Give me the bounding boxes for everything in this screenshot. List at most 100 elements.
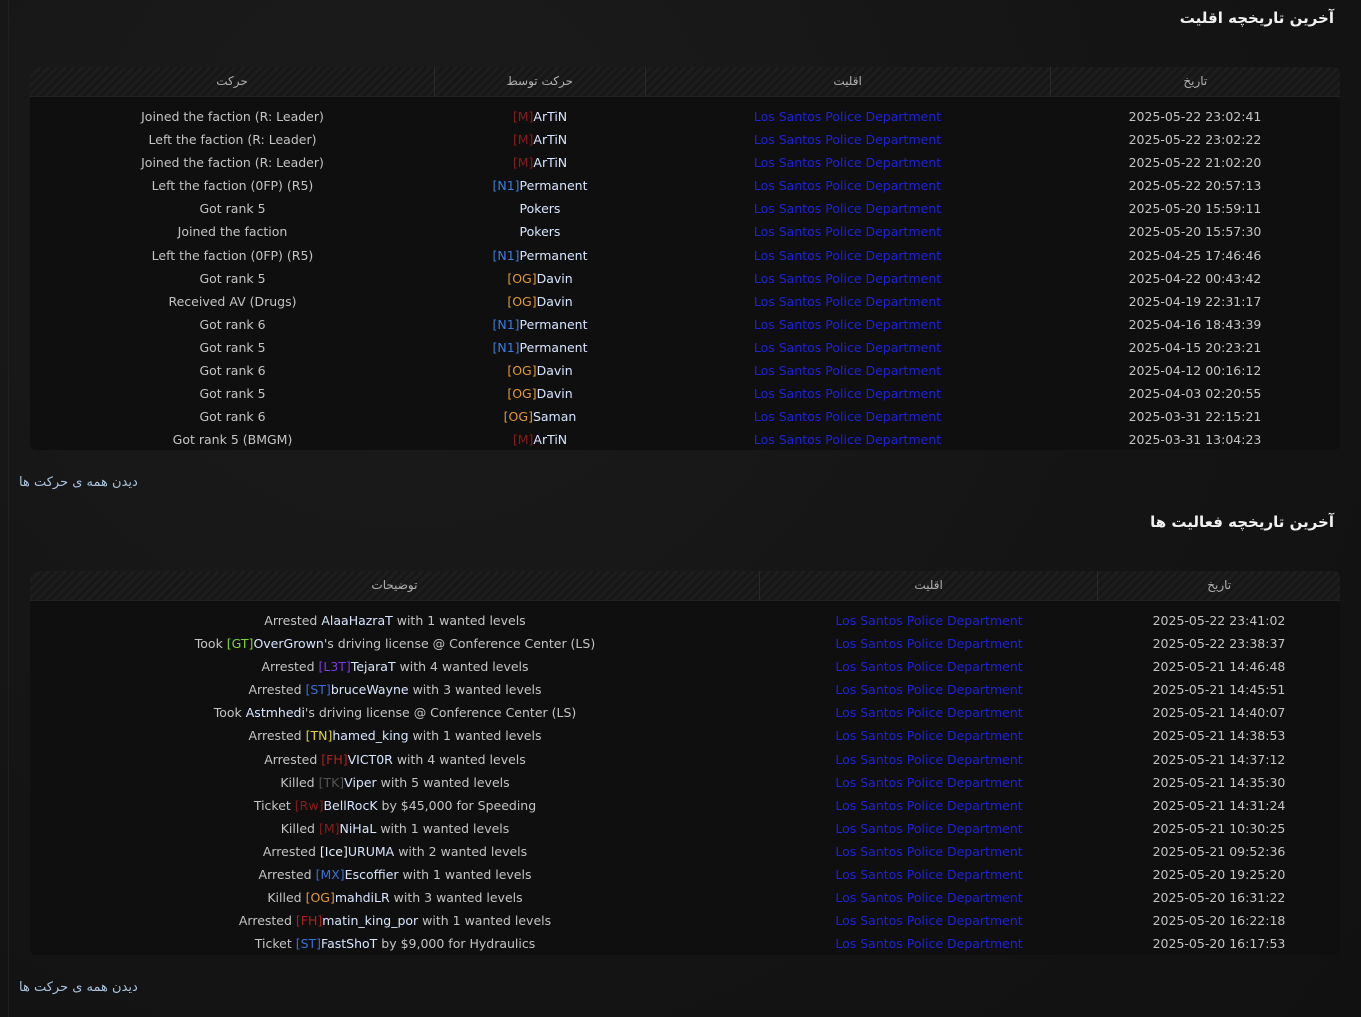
table-row: Arrested [FH]VICT0R with 4 wanted levels… xyxy=(30,748,1340,771)
faction-link[interactable]: Los Santos Police Department xyxy=(760,701,1098,724)
table-body: Joined the faction (R: Leader) [M]ArTiN Lo… xyxy=(30,97,1340,450)
description-prefix: Killed xyxy=(280,774,319,790)
player-name[interactable]: FastShoT xyxy=(321,936,377,951)
action-cell: Got rank 5 xyxy=(199,386,266,402)
description-prefix: Arrested xyxy=(261,659,319,675)
player-cell: [OG]Saman xyxy=(435,405,645,428)
header-faction: اقلیت xyxy=(644,67,1050,96)
faction-link[interactable]: Los Santos Police Department xyxy=(645,105,1050,128)
player-name[interactable]: Davin xyxy=(537,386,573,401)
table-row: Took Astmhedi's driving license @ Confer… xyxy=(30,701,1340,724)
faction-link[interactable]: Los Santos Police Department xyxy=(645,313,1050,336)
see-all-activity-link[interactable]: دیدن همه ی حرکت ها xyxy=(19,980,138,995)
faction-link[interactable]: Los Santos Police Department xyxy=(760,817,1098,840)
table-row: Arrested AlaaHazraT with 1 wanted levels… xyxy=(30,609,1340,632)
faction-link[interactable]: Los Santos Police Department xyxy=(760,794,1098,817)
action-cell: Received AV (Drugs) xyxy=(168,293,297,309)
faction-link[interactable]: Los Santos Police Department xyxy=(645,405,1050,428)
faction-link[interactable]: Los Santos Police Department xyxy=(760,678,1098,701)
player-name[interactable]: AlaaHazraT xyxy=(321,613,392,628)
table-row: Arrested [ST]bruceWayne with 3 wanted le… xyxy=(30,678,1340,701)
player-name[interactable]: Davin xyxy=(537,271,573,286)
faction-link[interactable]: Los Santos Police Department xyxy=(760,840,1098,863)
description-cell: Arrested [Ice]URUMA with 2 wanted levels xyxy=(30,840,760,863)
faction-link[interactable]: Los Santos Police Department xyxy=(760,886,1098,909)
description-cell: Arrested AlaaHazraT with 1 wanted levels xyxy=(30,609,760,632)
player-tag: [N1] xyxy=(492,339,520,355)
player-name[interactable]: hamed_king xyxy=(332,728,408,743)
faction-link[interactable]: Los Santos Police Department xyxy=(645,267,1050,290)
player-name[interactable]: bruceWayne xyxy=(331,682,409,697)
player-name[interactable]: BellRocK xyxy=(323,798,377,813)
player-name[interactable]: ArTiN xyxy=(533,432,567,447)
player-name[interactable]: Davin xyxy=(537,294,573,309)
date-cell: 2025-05-21 10:30:25 xyxy=(1152,820,1286,836)
faction-link[interactable]: Los Santos Police Department xyxy=(760,632,1098,655)
player-tag: [FH] xyxy=(295,913,323,929)
player-name[interactable]: Escoffier xyxy=(345,867,399,882)
faction-link[interactable]: Los Santos Police Department xyxy=(645,128,1050,151)
player-name[interactable]: TejaraT xyxy=(351,659,396,674)
table-row: Got rank 6 [OG]Saman Los Santos Police Dep… xyxy=(30,405,1340,428)
player-name[interactable]: Permanent xyxy=(520,340,588,355)
player-tag: [L3T] xyxy=(318,659,351,675)
faction-link[interactable]: Los Santos Police Department xyxy=(760,609,1098,632)
faction-link[interactable]: Los Santos Police Department xyxy=(760,909,1098,932)
faction-link[interactable]: Los Santos Police Department xyxy=(760,655,1098,678)
faction-link[interactable]: Los Santos Police Department xyxy=(645,428,1050,450)
player-name[interactable]: matin_king_por xyxy=(322,913,418,928)
faction-link[interactable]: Los Santos Police Department xyxy=(645,290,1050,313)
date-cell: 2025-05-22 23:41:02 xyxy=(1152,613,1286,628)
player-name[interactable]: Permanent xyxy=(520,178,588,193)
player-name[interactable]: mahdiLR xyxy=(335,890,390,905)
action-cell: Got rank 6 xyxy=(199,363,266,379)
player-name[interactable]: Permanent xyxy=(520,248,588,263)
faction-link[interactable]: Los Santos Police Department xyxy=(760,771,1098,794)
player-name[interactable]: URUMA xyxy=(348,844,394,859)
player-tag: [N1] xyxy=(492,316,520,332)
player-name[interactable]: NiHaL xyxy=(339,821,376,836)
player-cell: [N1]Permanent xyxy=(435,336,645,359)
player-name[interactable]: Permanent xyxy=(520,317,588,332)
faction-link[interactable]: Los Santos Police Department xyxy=(645,151,1050,174)
player-name[interactable]: Viper xyxy=(344,775,377,790)
description-cell: Arrested [TN]hamed_king with 1 wanted le… xyxy=(30,724,760,747)
player-name[interactable]: ArTiN xyxy=(533,155,567,170)
table-row: Joined the faction Pokers Los Santos Polic… xyxy=(30,220,1340,243)
player-name[interactable]: ArTiN xyxy=(533,132,567,147)
faction-link[interactable]: Los Santos Police Department xyxy=(760,748,1098,771)
player-tag: [OG] xyxy=(305,890,335,906)
player-name[interactable]: Pokers xyxy=(520,224,561,239)
description-cell: Ticket [ST]FastShoT by $9,000 for Hydrau… xyxy=(30,932,760,955)
faction-link[interactable]: Los Santos Police Department xyxy=(645,359,1050,382)
player-name[interactable]: Saman xyxy=(533,409,576,424)
description-suffix: with 1 wanted levels xyxy=(392,613,526,628)
player-tag: [M] xyxy=(318,820,340,836)
table-row: Got rank 5 Pokers Los Santos Police Depart… xyxy=(30,197,1340,220)
player-name[interactable]: OverGrown xyxy=(253,636,323,651)
description-prefix: Arrested xyxy=(264,751,322,767)
faction-link[interactable]: Los Santos Police Department xyxy=(760,724,1098,747)
faction-link[interactable]: Los Santos Police Department xyxy=(645,197,1050,220)
faction-link[interactable]: Los Santos Police Department xyxy=(645,382,1050,405)
faction-link[interactable]: Los Santos Police Department xyxy=(760,863,1098,886)
player-name[interactable]: Davin xyxy=(537,363,573,378)
header-date: تاریخ xyxy=(1049,67,1340,96)
see-all-faction-link[interactable]: دیدن همه ی حرکت ها xyxy=(19,475,138,490)
player-tag: [ST] xyxy=(305,682,331,698)
description-prefix: Arrested xyxy=(248,728,306,744)
faction-link[interactable]: Los Santos Police Department xyxy=(645,174,1050,197)
faction-link[interactable]: Los Santos Police Department xyxy=(760,932,1098,955)
faction-link[interactable]: Los Santos Police Department xyxy=(645,220,1050,243)
header-date: تاریخ xyxy=(1097,571,1340,600)
player-name[interactable]: ArTiN xyxy=(533,109,567,124)
player-name[interactable]: Astmhedi xyxy=(246,705,305,720)
description-prefix: Killed xyxy=(280,820,319,836)
table-row: Joined the faction (R: Leader) [M]ArTiN Lo… xyxy=(30,105,1340,128)
faction-link[interactable]: Los Santos Police Department xyxy=(645,244,1050,267)
description-prefix: Killed xyxy=(267,890,306,906)
player-cell: [OG]Davin xyxy=(435,359,645,382)
player-name[interactable]: Pokers xyxy=(520,201,561,216)
player-name[interactable]: VICT0R xyxy=(348,752,393,767)
faction-link[interactable]: Los Santos Police Department xyxy=(645,336,1050,359)
